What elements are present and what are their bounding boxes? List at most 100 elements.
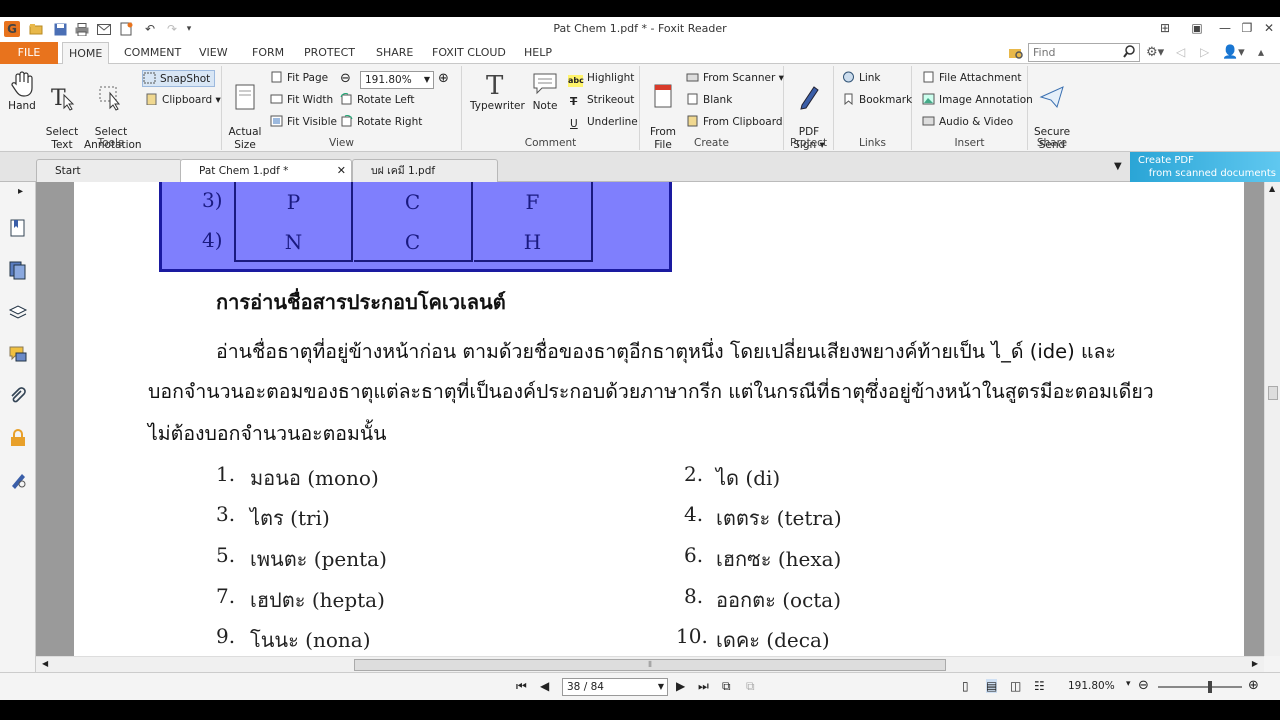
signature-panel-icon[interactable] [8,470,28,490]
vertical-scroll-thumb[interactable] [1268,386,1278,400]
scroll-up-icon[interactable]: ▲ [1269,184,1275,193]
tab-help[interactable]: HELP [518,42,558,64]
hand-icon [11,71,33,97]
tab-list-dropdown-icon[interactable]: ▼ [1114,161,1122,172]
status-zoom-value[interactable]: 191.80% [1068,680,1115,692]
tab-home[interactable]: HOME [62,42,110,65]
typewriter-button[interactable]: T Typewriter [470,70,525,113]
page-number-field[interactable]: 38 / 84 ▼ [562,678,668,696]
bookmarks-panel-icon[interactable] [8,218,28,238]
next-page-icon[interactable]: ▶ [676,679,685,693]
list-item-number: 9. [216,624,236,648]
last-page-icon[interactable]: ⏭ [698,679,709,694]
create-pdf-promo-banner[interactable]: Create PDF from scanned documents [1130,152,1280,182]
strikeout-button[interactable]: T Strikeout [570,92,634,109]
zoom-dropdown-icon[interactable]: ▾ [1126,679,1131,689]
scroll-left-icon[interactable]: ◀ [42,659,48,668]
scroll-right-icon[interactable]: ▶ [1252,659,1258,668]
promo-line1: Create PDF [1138,155,1194,166]
ribbon-options-icon[interactable]: ⊞ [1154,20,1176,36]
send-plane-icon [1039,86,1064,109]
foxit-reader-window: G ↶ ↷ ▾ Pat Chem 1.pdf * - Foxit Reader … [0,0,1280,720]
note-label: Note [532,100,558,112]
layers-panel-icon[interactable] [8,302,28,322]
tab-protect[interactable]: PROTECT [298,42,361,64]
collapse-ribbon-icon[interactable]: ▴ [1258,45,1264,59]
tab-form[interactable]: FORM [246,42,290,64]
doc-tab-label: บฝ เคมี 1.pdf [371,165,436,177]
status-zoom-out-icon[interactable]: ⊖ [1138,678,1149,693]
settings-gear-icon[interactable]: ⚙▾ [1146,45,1164,60]
zoom-select[interactable]: 191.80% ▼ [360,71,434,89]
doc-tab-second[interactable]: บฝ เคมี 1.pdf [352,159,498,182]
tab-share[interactable]: SHARE [370,42,419,64]
back-arrow-icon[interactable]: ◁ [1176,45,1185,59]
file-attachment-button[interactable]: File Attachment [922,70,1021,87]
continuous-view-icon[interactable]: ▤ [986,679,998,693]
status-zoom-in-icon[interactable]: ⊕ [1248,678,1259,693]
note-button[interactable]: Note [528,70,562,113]
typewriter-icon: T [486,71,504,98]
ribbon-tab-bar: FILE HOME COMMENT VIEW FORM PROTECT SHAR… [0,42,1280,65]
vertical-scrollbar[interactable]: ▲ [1264,182,1280,656]
audio-video-button[interactable]: Audio & Video [922,114,1013,131]
link-button[interactable]: Link [842,70,881,87]
tile-icon[interactable]: ▣ [1186,20,1208,36]
blank-button[interactable]: Blank [686,92,732,109]
minimize-button[interactable]: — [1214,20,1236,36]
underline-button[interactable]: U Underline [570,114,638,131]
protect-group-label: Protect [789,137,828,149]
title-bar: G ↶ ↷ ▾ Pat Chem 1.pdf * - Foxit Reader … [0,17,1280,42]
fit-page-button[interactable]: Fit Page [270,70,328,87]
document-viewport[interactable]: 3) P C F 4) N C H การอ่านชื่อสารประกอบโค… [36,182,1264,656]
single-page-view-icon[interactable]: ▯ [962,679,969,693]
from-scanner-button[interactable]: From Scanner ▾ [686,70,784,87]
facing-view-icon[interactable]: ◫ [1010,679,1021,693]
fit-width-button[interactable]: Fit Width [270,92,333,109]
table-row: 4) N C H [162,222,675,262]
previous-view-icon[interactable]: ⧉ [722,679,731,694]
expand-panel-icon[interactable]: ▸ [18,186,38,206]
find-folder-icon[interactable] [1008,45,1024,61]
next-view-icon[interactable]: ⧉ [746,679,755,694]
zoom-slider[interactable] [1158,681,1242,693]
rotate-right-button[interactable]: Rotate Right [340,114,422,131]
snapshot-button[interactable]: SnapShot [142,70,216,87]
highlight-button[interactable]: abc Highlight [568,70,634,87]
continuous-facing-view-icon[interactable]: ☷ [1034,679,1045,693]
pages-panel-icon[interactable] [8,260,28,280]
attachments-panel-icon[interactable] [8,386,28,406]
fit-visible-label: Fit Visible [287,116,337,128]
horizontal-scrollbar[interactable]: ◀ ⦀ ▶ [36,656,1264,672]
zoom-in-icon[interactable]: ⊕ [438,71,449,86]
doc-tab-pat-chem[interactable]: Pat Chem 1.pdf * ✕ [180,159,352,182]
fit-visible-button[interactable]: Fit Visible [270,114,337,131]
first-page-icon[interactable]: ⏮ [516,679,527,694]
close-button[interactable]: ✕ [1258,20,1280,36]
image-annotation-button[interactable]: Image Annotation [922,92,1033,109]
tab-file[interactable]: FILE [0,42,58,64]
horizontal-scroll-thumb[interactable]: ⦀ [354,659,946,671]
tab-view[interactable]: VIEW [193,42,234,64]
from-clipboard-button[interactable]: From Clipboard [686,114,783,131]
account-icon[interactable]: 👤▾ [1222,45,1245,60]
tab-foxit-cloud[interactable]: FOXIT CLOUD [426,42,512,64]
zoom-out-icon[interactable]: ⊖ [340,71,351,86]
search-icon[interactable] [1123,45,1136,62]
doc-tab-start[interactable]: Start [36,159,182,182]
clipboard-label: Clipboard [162,94,213,106]
rotate-left-button[interactable]: Rotate Left [340,92,414,109]
security-lock-icon[interactable] [8,428,28,448]
hand-tool-button[interactable]: Hand [4,70,40,113]
close-tab-icon[interactable]: ✕ [337,160,346,182]
search-input[interactable] [1029,44,1119,61]
bookmark-button[interactable]: Bookmark [842,92,912,109]
comments-panel-icon[interactable] [8,344,28,364]
restore-button[interactable]: ❐ [1236,20,1258,36]
zoom-slider-thumb[interactable] [1208,681,1212,693]
previous-page-icon[interactable]: ◀ [540,679,549,693]
tab-comment[interactable]: COMMENT [118,42,187,64]
snapshot-icon [143,72,156,84]
clipboard-button[interactable]: Clipboard ▾ [145,92,221,109]
forward-arrow-icon[interactable]: ▷ [1200,45,1209,59]
